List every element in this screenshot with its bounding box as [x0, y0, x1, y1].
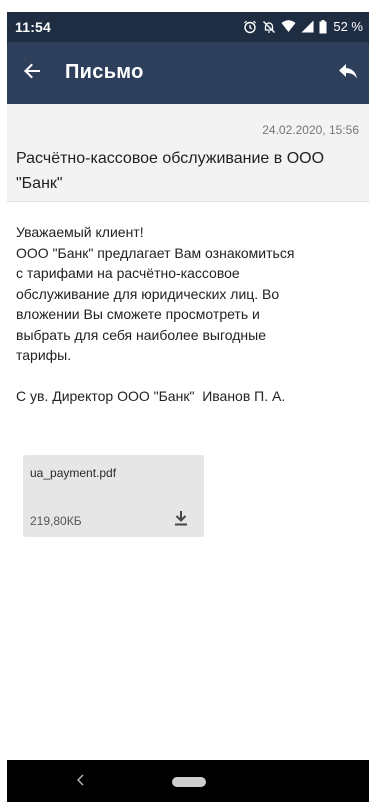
- download-icon: [174, 510, 188, 531]
- battery-icon: [319, 19, 327, 34]
- attachment-file-size: 219,80КБ: [30, 514, 82, 528]
- back-button[interactable]: [17, 58, 47, 88]
- signal-icon: [301, 20, 314, 33]
- letter-date: 24.02.2020, 15:56: [262, 123, 359, 137]
- page-title: Письмо: [65, 61, 144, 83]
- attachment-file-name: ua_payment.pdf: [30, 466, 117, 480]
- wifi-icon: [281, 20, 296, 33]
- letter-header: 24.02.2020, 15:56 Расчётно-кассовое обсл…: [7, 104, 369, 202]
- letter-subject: Расчётно-кассовое обслуживание в ООО "Ба…: [16, 150, 325, 192]
- reply-icon: [338, 63, 358, 84]
- nav-home-pill[interactable]: [172, 777, 206, 787]
- alarm-icon: [243, 20, 257, 34]
- app-bar: Письмо: [7, 42, 369, 104]
- letter-text: Уважаемый клиент! ООО "Банк" предлагает …: [16, 224, 295, 363]
- chevron-left-icon: [76, 773, 86, 791]
- arrow-left-icon: [23, 62, 41, 85]
- status-time: 11:54: [15, 19, 52, 35]
- dnd-off-icon: [262, 20, 276, 34]
- battery-percent: 52 %: [333, 19, 363, 34]
- reply-button[interactable]: [333, 58, 363, 88]
- status-icons: 52 %: [243, 19, 363, 34]
- screen: 11:54 52 % Письмо 24.02.2020, 15:56 Расч…: [7, 12, 369, 802]
- nav-back-button[interactable]: [71, 772, 91, 792]
- letter-body: Уважаемый клиент! ООО "Банк" предлагает …: [16, 222, 356, 406]
- status-bar: 11:54 52 %: [7, 12, 369, 42]
- system-nav-bar: [7, 760, 369, 802]
- attachment-card[interactable]: ua_payment.pdf 219,80КБ: [23, 455, 204, 537]
- download-button[interactable]: [172, 510, 190, 530]
- letter-signature: С ув. Директор ООО "Банк" Иванов П. А.: [16, 387, 286, 404]
